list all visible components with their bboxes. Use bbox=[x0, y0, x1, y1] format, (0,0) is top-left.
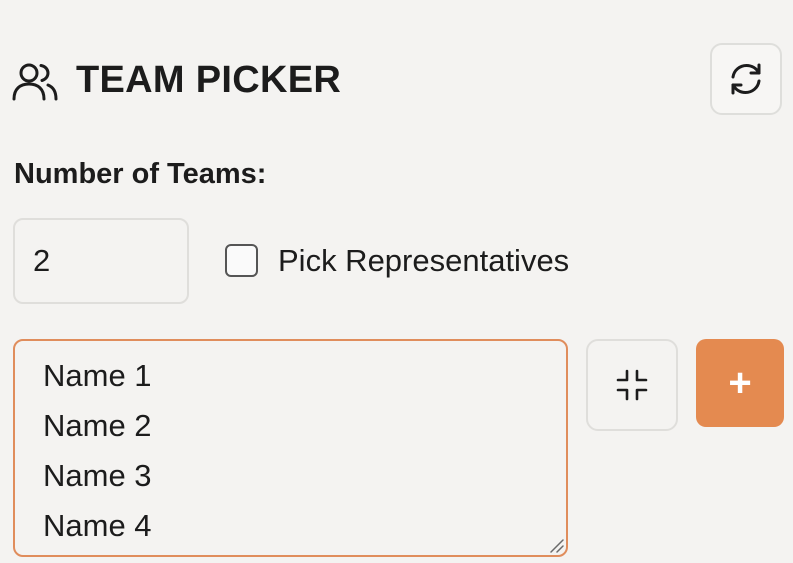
header: TEAM PICKER bbox=[12, 42, 784, 118]
pick-representatives-checkbox[interactable] bbox=[225, 244, 258, 277]
add-names-button[interactable]: + bbox=[696, 339, 784, 427]
users-icon bbox=[12, 62, 58, 102]
team-picker-page: TEAM PICKER Number of Teams: Pick Repres… bbox=[0, 0, 793, 563]
number-of-teams-label: Number of Teams: bbox=[14, 158, 267, 190]
resize-grip-icon[interactable] bbox=[548, 537, 564, 553]
names-textarea[interactable]: Name 1 Name 2 Name 3 Name 4 bbox=[13, 339, 568, 557]
page-title: TEAM PICKER bbox=[76, 59, 342, 101]
pick-representatives-label[interactable]: Pick Representatives bbox=[278, 243, 569, 279]
refresh-button[interactable] bbox=[710, 43, 782, 115]
collapse-button[interactable] bbox=[586, 339, 678, 431]
number-of-teams-input[interactable] bbox=[13, 218, 189, 304]
